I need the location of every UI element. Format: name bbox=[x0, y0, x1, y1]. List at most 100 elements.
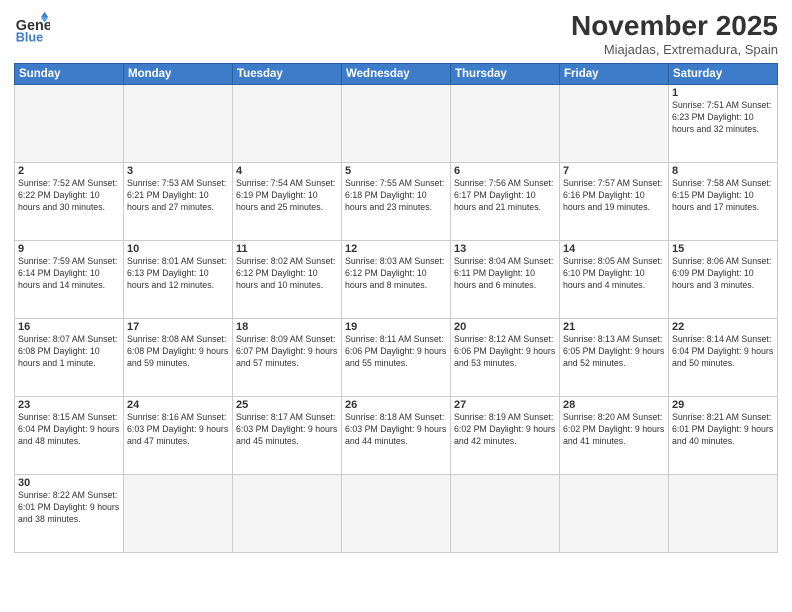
calendar-cell bbox=[15, 85, 124, 163]
calendar-cell: 20Sunrise: 8:12 AM Sunset: 6:06 PM Dayli… bbox=[451, 319, 560, 397]
day-number: 18 bbox=[236, 321, 338, 333]
day-info: Sunrise: 8:16 AM Sunset: 6:03 PM Dayligh… bbox=[127, 412, 229, 448]
calendar-cell: 13Sunrise: 8:04 AM Sunset: 6:11 PM Dayli… bbox=[451, 241, 560, 319]
day-info: Sunrise: 8:07 AM Sunset: 6:08 PM Dayligh… bbox=[18, 334, 120, 370]
calendar-cell: 9Sunrise: 7:59 AM Sunset: 6:14 PM Daylig… bbox=[15, 241, 124, 319]
calendar-cell: 30Sunrise: 8:22 AM Sunset: 6:01 PM Dayli… bbox=[15, 475, 124, 553]
calendar-cell: 5Sunrise: 7:55 AM Sunset: 6:18 PM Daylig… bbox=[342, 163, 451, 241]
calendar-cell: 2Sunrise: 7:52 AM Sunset: 6:22 PM Daylig… bbox=[15, 163, 124, 241]
calendar-cell: 14Sunrise: 8:05 AM Sunset: 6:10 PM Dayli… bbox=[560, 241, 669, 319]
day-info: Sunrise: 8:20 AM Sunset: 6:02 PM Dayligh… bbox=[563, 412, 665, 448]
weekday-monday: Monday bbox=[124, 64, 233, 85]
weekday-friday: Friday bbox=[560, 64, 669, 85]
calendar-cell: 18Sunrise: 8:09 AM Sunset: 6:07 PM Dayli… bbox=[233, 319, 342, 397]
day-number: 24 bbox=[127, 399, 229, 411]
day-number: 12 bbox=[345, 243, 447, 255]
day-number: 19 bbox=[345, 321, 447, 333]
calendar-cell: 26Sunrise: 8:18 AM Sunset: 6:03 PM Dayli… bbox=[342, 397, 451, 475]
svg-text:Blue: Blue bbox=[16, 31, 43, 45]
calendar-cell: 6Sunrise: 7:56 AM Sunset: 6:17 PM Daylig… bbox=[451, 163, 560, 241]
calendar-cell: 21Sunrise: 8:13 AM Sunset: 6:05 PM Dayli… bbox=[560, 319, 669, 397]
day-number: 30 bbox=[18, 477, 120, 489]
calendar-cell: 28Sunrise: 8:20 AM Sunset: 6:02 PM Dayli… bbox=[560, 397, 669, 475]
day-info: Sunrise: 8:05 AM Sunset: 6:10 PM Dayligh… bbox=[563, 256, 665, 292]
calendar-cell: 17Sunrise: 8:08 AM Sunset: 6:08 PM Dayli… bbox=[124, 319, 233, 397]
day-info: Sunrise: 8:03 AM Sunset: 6:12 PM Dayligh… bbox=[345, 256, 447, 292]
day-number: 27 bbox=[454, 399, 556, 411]
day-number: 16 bbox=[18, 321, 120, 333]
calendar-cell bbox=[560, 85, 669, 163]
day-number: 17 bbox=[127, 321, 229, 333]
day-info: Sunrise: 8:17 AM Sunset: 6:03 PM Dayligh… bbox=[236, 412, 338, 448]
day-info: Sunrise: 8:04 AM Sunset: 6:11 PM Dayligh… bbox=[454, 256, 556, 292]
calendar: SundayMondayTuesdayWednesdayThursdayFrid… bbox=[14, 63, 778, 553]
day-number: 5 bbox=[345, 165, 447, 177]
day-number: 3 bbox=[127, 165, 229, 177]
day-info: Sunrise: 7:59 AM Sunset: 6:14 PM Dayligh… bbox=[18, 256, 120, 292]
weekday-saturday: Saturday bbox=[669, 64, 778, 85]
calendar-cell: 23Sunrise: 8:15 AM Sunset: 6:04 PM Dayli… bbox=[15, 397, 124, 475]
calendar-cell bbox=[233, 475, 342, 553]
day-number: 11 bbox=[236, 243, 338, 255]
day-info: Sunrise: 8:14 AM Sunset: 6:04 PM Dayligh… bbox=[672, 334, 774, 370]
day-number: 6 bbox=[454, 165, 556, 177]
day-number: 20 bbox=[454, 321, 556, 333]
calendar-cell: 12Sunrise: 8:03 AM Sunset: 6:12 PM Dayli… bbox=[342, 241, 451, 319]
day-number: 9 bbox=[18, 243, 120, 255]
calendar-cell: 16Sunrise: 8:07 AM Sunset: 6:08 PM Dayli… bbox=[15, 319, 124, 397]
calendar-cell: 22Sunrise: 8:14 AM Sunset: 6:04 PM Dayli… bbox=[669, 319, 778, 397]
day-info: Sunrise: 8:01 AM Sunset: 6:13 PM Dayligh… bbox=[127, 256, 229, 292]
day-info: Sunrise: 8:09 AM Sunset: 6:07 PM Dayligh… bbox=[236, 334, 338, 370]
calendar-cell bbox=[342, 475, 451, 553]
day-number: 29 bbox=[672, 399, 774, 411]
day-info: Sunrise: 7:52 AM Sunset: 6:22 PM Dayligh… bbox=[18, 178, 120, 214]
day-info: Sunrise: 8:21 AM Sunset: 6:01 PM Dayligh… bbox=[672, 412, 774, 448]
calendar-cell bbox=[451, 475, 560, 553]
day-info: Sunrise: 8:13 AM Sunset: 6:05 PM Dayligh… bbox=[563, 334, 665, 370]
weekday-tuesday: Tuesday bbox=[233, 64, 342, 85]
weekday-thursday: Thursday bbox=[451, 64, 560, 85]
calendar-cell: 29Sunrise: 8:21 AM Sunset: 6:01 PM Dayli… bbox=[669, 397, 778, 475]
calendar-cell bbox=[342, 85, 451, 163]
day-number: 26 bbox=[345, 399, 447, 411]
calendar-cell bbox=[124, 475, 233, 553]
day-info: Sunrise: 8:02 AM Sunset: 6:12 PM Dayligh… bbox=[236, 256, 338, 292]
day-info: Sunrise: 7:51 AM Sunset: 6:23 PM Dayligh… bbox=[672, 100, 774, 136]
calendar-cell bbox=[124, 85, 233, 163]
day-number: 22 bbox=[672, 321, 774, 333]
weekday-header-row: SundayMondayTuesdayWednesdayThursdayFrid… bbox=[15, 64, 778, 85]
day-number: 25 bbox=[236, 399, 338, 411]
day-info: Sunrise: 8:08 AM Sunset: 6:08 PM Dayligh… bbox=[127, 334, 229, 370]
calendar-cell: 7Sunrise: 7:57 AM Sunset: 6:16 PM Daylig… bbox=[560, 163, 669, 241]
day-info: Sunrise: 8:06 AM Sunset: 6:09 PM Dayligh… bbox=[672, 256, 774, 292]
location: Miajadas, Extremadura, Spain bbox=[571, 42, 778, 57]
day-number: 14 bbox=[563, 243, 665, 255]
calendar-cell bbox=[451, 85, 560, 163]
month-title: November 2025 bbox=[571, 10, 778, 42]
calendar-cell: 15Sunrise: 8:06 AM Sunset: 6:09 PM Dayli… bbox=[669, 241, 778, 319]
logo: General Blue bbox=[14, 10, 50, 46]
day-number: 10 bbox=[127, 243, 229, 255]
day-info: Sunrise: 8:12 AM Sunset: 6:06 PM Dayligh… bbox=[454, 334, 556, 370]
calendar-cell: 10Sunrise: 8:01 AM Sunset: 6:13 PM Dayli… bbox=[124, 241, 233, 319]
day-info: Sunrise: 7:56 AM Sunset: 6:17 PM Dayligh… bbox=[454, 178, 556, 214]
day-number: 21 bbox=[563, 321, 665, 333]
calendar-cell: 3Sunrise: 7:53 AM Sunset: 6:21 PM Daylig… bbox=[124, 163, 233, 241]
day-number: 23 bbox=[18, 399, 120, 411]
calendar-cell: 1Sunrise: 7:51 AM Sunset: 6:23 PM Daylig… bbox=[669, 85, 778, 163]
calendar-cell: 11Sunrise: 8:02 AM Sunset: 6:12 PM Dayli… bbox=[233, 241, 342, 319]
calendar-cell: 8Sunrise: 7:58 AM Sunset: 6:15 PM Daylig… bbox=[669, 163, 778, 241]
day-number: 15 bbox=[672, 243, 774, 255]
calendar-cell bbox=[669, 475, 778, 553]
day-number: 13 bbox=[454, 243, 556, 255]
day-info: Sunrise: 8:11 AM Sunset: 6:06 PM Dayligh… bbox=[345, 334, 447, 370]
calendar-cell: 25Sunrise: 8:17 AM Sunset: 6:03 PM Dayli… bbox=[233, 397, 342, 475]
weekday-sunday: Sunday bbox=[15, 64, 124, 85]
calendar-cell: 4Sunrise: 7:54 AM Sunset: 6:19 PM Daylig… bbox=[233, 163, 342, 241]
calendar-cell: 24Sunrise: 8:16 AM Sunset: 6:03 PM Dayli… bbox=[124, 397, 233, 475]
calendar-cell bbox=[233, 85, 342, 163]
calendar-cell: 19Sunrise: 8:11 AM Sunset: 6:06 PM Dayli… bbox=[342, 319, 451, 397]
day-info: Sunrise: 7:55 AM Sunset: 6:18 PM Dayligh… bbox=[345, 178, 447, 214]
day-info: Sunrise: 7:58 AM Sunset: 6:15 PM Dayligh… bbox=[672, 178, 774, 214]
day-info: Sunrise: 7:53 AM Sunset: 6:21 PM Dayligh… bbox=[127, 178, 229, 214]
